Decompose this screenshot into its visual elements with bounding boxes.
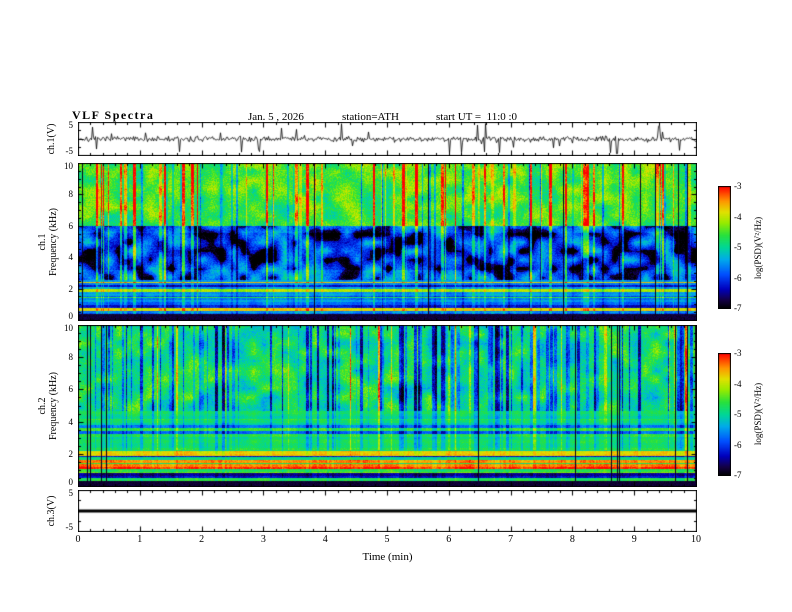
x-tick-label: 1 bbox=[137, 534, 143, 545]
colorbar-2-label: log(PSD)(V²/Hz) bbox=[753, 382, 763, 446]
x-tick-label: 8 bbox=[569, 534, 575, 545]
ch1-spec-ylabel: ch.1 Frequency (kHz) bbox=[37, 187, 59, 297]
y-tick-label: -5 bbox=[65, 146, 74, 156]
x-tick-label: 10 bbox=[691, 534, 701, 545]
ylabel-line: Frequency (kHz) bbox=[48, 207, 59, 277]
y-tick-label: -5 bbox=[65, 522, 74, 532]
colorbar-tick-label: -6 bbox=[734, 439, 742, 450]
colorbar-tick-label: -3 bbox=[734, 181, 742, 191]
ch2-spectrogram-canvas bbox=[78, 325, 697, 487]
x-tick-label: 9 bbox=[631, 534, 637, 545]
y-tick-label: 10 bbox=[64, 161, 73, 171]
colorbar-tick-label: -7 bbox=[734, 303, 742, 313]
plot-title: VLF Spectra bbox=[72, 108, 155, 122]
y-tick-label: 0 bbox=[68, 477, 74, 487]
colorbar-tick-label: -3 bbox=[734, 348, 742, 358]
x-tick-label: 5 bbox=[384, 534, 390, 545]
y-tick-label: 0 bbox=[68, 311, 74, 321]
colorbar-2-canvas bbox=[718, 353, 731, 476]
colorbar-tick-label: -5 bbox=[734, 242, 742, 252]
colorbar-1-canvas bbox=[718, 186, 731, 309]
ch2-spec-ylabel: ch.2 Frequency (kHz) bbox=[37, 351, 59, 461]
x-tick-label: 3 bbox=[260, 534, 266, 545]
x-tick-label: 6 bbox=[446, 534, 452, 545]
colorbar-tick-label: -6 bbox=[734, 272, 742, 283]
y-tick-label: 8 bbox=[68, 189, 74, 200]
x-tick-label: 7 bbox=[508, 534, 514, 545]
ylabel-line: Frequency (kHz) bbox=[48, 371, 59, 441]
colorbar-tick-label: -7 bbox=[734, 470, 742, 480]
ch1-waveform-canvas bbox=[78, 122, 697, 156]
y-tick-label: 5 bbox=[68, 120, 74, 130]
ylabel-line: ch.1 bbox=[37, 233, 48, 251]
x-tick-label: 0 bbox=[75, 534, 81, 545]
y-tick-label: 5 bbox=[68, 488, 74, 498]
x-tick-label: 4 bbox=[322, 534, 328, 545]
y-tick-label: 10 bbox=[64, 323, 73, 333]
ch1-spectrogram-canvas bbox=[78, 163, 697, 321]
y-tick-label: 2 bbox=[68, 283, 74, 294]
colorbar-tick-label: -4 bbox=[734, 211, 742, 222]
y-tick-label: 8 bbox=[68, 352, 74, 363]
ylabel-line: ch.2 bbox=[37, 397, 48, 415]
y-tick-label: 2 bbox=[68, 448, 74, 459]
colorbar-1-label: log(PSD)(V²/Hz) bbox=[753, 216, 763, 280]
colorbar-tick-label: -5 bbox=[734, 409, 742, 419]
vlf-spectra-page: VLF Spectra Jan. 5 , 2026 station=ATH st… bbox=[0, 0, 792, 612]
y-tick-label: 4 bbox=[68, 252, 74, 263]
ch1-wave-ylabel: ch.1(V) bbox=[46, 123, 57, 155]
ch3-waveform-canvas bbox=[78, 490, 697, 532]
x-tick-label: 2 bbox=[199, 534, 205, 545]
y-tick-label: 6 bbox=[68, 384, 74, 395]
x-axis-label: Time (min) bbox=[362, 551, 413, 563]
y-tick-label: 6 bbox=[68, 220, 74, 231]
y-tick-label: 4 bbox=[68, 416, 74, 427]
colorbar-tick-label: -4 bbox=[734, 378, 742, 389]
